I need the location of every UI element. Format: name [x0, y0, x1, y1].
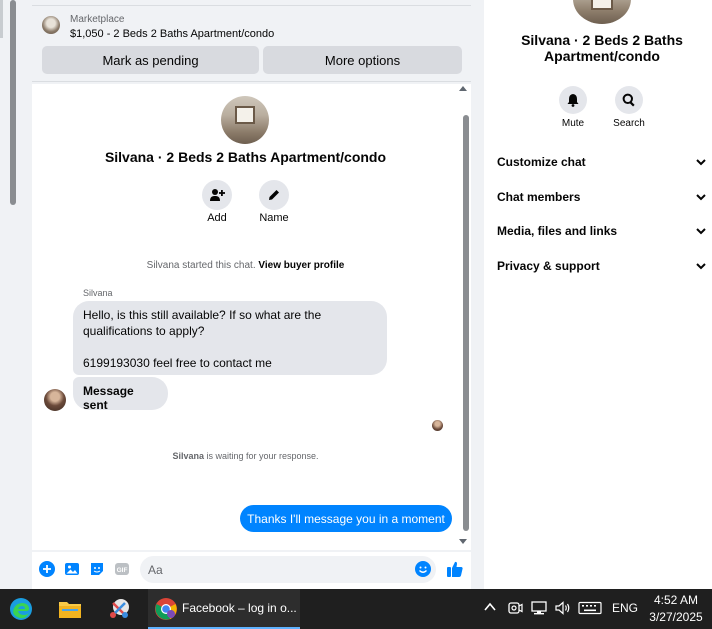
- section-label: Chat members: [497, 190, 581, 204]
- snipping-tool-icon[interactable]: [106, 597, 132, 621]
- clock-time[interactable]: 4:52 AM: [648, 593, 704, 607]
- message-sent-bubble[interactable]: Message sent: [73, 377, 168, 412]
- thumbs-up-icon[interactable]: [446, 560, 464, 578]
- media-files-links-section[interactable]: Media, files and links: [497, 220, 707, 242]
- message-thread[interactable]: Silvana · 2 Beds 2 Baths Apartment/condo…: [32, 84, 471, 550]
- chat-avatar[interactable]: [221, 96, 269, 144]
- message-line: 6199193030 feel free to contact me: [83, 356, 272, 370]
- chat-panel: Marketplace $1,050 - 2 Beds 2 Baths Apar…: [22, 0, 484, 589]
- chat-title: Silvana · 2 Beds 2 Baths Apartment/condo: [104, 149, 387, 165]
- search-button[interactable]: [615, 86, 643, 114]
- thread-scrollbar[interactable]: [463, 115, 469, 531]
- waiting-name: Silvana: [172, 451, 204, 461]
- language-indicator[interactable]: ENG: [612, 601, 638, 615]
- chevron-down-icon: [695, 260, 707, 272]
- mute-button[interactable]: [559, 86, 587, 114]
- edit-name-button[interactable]: [259, 180, 289, 210]
- name-label: Name: [259, 212, 289, 224]
- privacy-support-section[interactable]: Privacy & support: [497, 255, 707, 277]
- gif-icon[interactable]: GIF: [114, 561, 130, 577]
- volume-icon[interactable]: [554, 600, 572, 619]
- more-actions-icon[interactable]: [39, 561, 55, 577]
- windows-taskbar: Facebook – log in o... ENG 4:52 AM 3/27/…: [0, 589, 712, 629]
- add-person-icon: [210, 189, 225, 201]
- edge-icon[interactable]: [8, 597, 34, 621]
- chat-started-notice: Silvana started this chat. View buyer pr…: [32, 260, 459, 271]
- left-scroll-strip: [0, 0, 22, 589]
- chrome-icon: [154, 597, 178, 621]
- chat-members-section[interactable]: Chat members: [497, 186, 707, 208]
- taskbar-app-label: Facebook – log in o...: [182, 601, 297, 615]
- section-label: Customize chat: [497, 155, 586, 169]
- incoming-message[interactable]: Hello, is this still available? If so wh…: [73, 301, 387, 375]
- waiting-text: is waiting for your response.: [206, 451, 319, 461]
- sender-avatar[interactable]: [44, 389, 66, 411]
- read-receipt-avatar: [432, 420, 443, 431]
- taskbar-chrome-app[interactable]: Facebook – log in o...: [148, 589, 300, 629]
- scroll-down-arrow[interactable]: [459, 539, 467, 544]
- started-text: Silvana started this chat.: [146, 260, 256, 271]
- marketplace-label: Marketplace: [70, 14, 125, 25]
- clock-date[interactable]: 3/27/2025: [645, 610, 707, 624]
- mark-as-pending-button[interactable]: Mark as pending: [42, 46, 259, 74]
- photo-icon[interactable]: [64, 561, 80, 577]
- sticker-icon[interactable]: [89, 561, 105, 577]
- bell-icon: [567, 94, 579, 107]
- outgoing-message[interactable]: Thanks I'll message you in a moment: [240, 505, 452, 532]
- mute-label: Mute: [561, 118, 585, 129]
- marketplace-card: Marketplace $1,050 - 2 Beds 2 Baths Apar…: [32, 0, 471, 82]
- keyboard-icon[interactable]: [578, 601, 602, 618]
- chevron-down-icon: [695, 156, 707, 168]
- svg-text:GIF: GIF: [117, 567, 128, 574]
- listing-thumbnail[interactable]: [42, 16, 60, 34]
- add-people-button[interactable]: [202, 180, 232, 210]
- section-label: Privacy & support: [497, 259, 600, 273]
- info-avatar[interactable]: [573, 0, 631, 24]
- chevron-down-icon: [695, 191, 707, 203]
- view-buyer-profile-link[interactable]: View buyer profile: [258, 260, 344, 271]
- message-input[interactable]: [140, 556, 436, 583]
- message-line: qualifications to apply?: [83, 324, 205, 338]
- chat-info-panel: Silvana · 2 Beds 2 Baths Apartment/condo…: [484, 0, 712, 589]
- network-icon[interactable]: [530, 600, 548, 619]
- search-label: Search: [613, 118, 645, 129]
- scroll-up-arrow[interactable]: [459, 86, 467, 91]
- camera-icon[interactable]: [507, 600, 523, 619]
- emoji-icon[interactable]: [415, 561, 431, 577]
- message-composer: GIF: [32, 552, 471, 589]
- waiting-notice: Silvana is waiting for your response.: [32, 451, 459, 461]
- add-label: Add: [207, 212, 227, 224]
- more-options-button[interactable]: More options: [263, 46, 462, 74]
- chevron-up-icon[interactable]: [483, 600, 497, 617]
- sender-name: Silvana: [83, 288, 113, 298]
- file-explorer-icon[interactable]: [57, 597, 83, 621]
- info-title: Silvana · 2 Beds 2 Baths Apartment/condo: [521, 32, 683, 64]
- listing-title[interactable]: $1,050 - 2 Beds 2 Baths Apartment/condo: [70, 28, 274, 40]
- customize-chat-section[interactable]: Customize chat: [497, 151, 707, 173]
- search-icon: [622, 93, 635, 107]
- edge-nub: [0, 0, 3, 38]
- chevron-down-icon: [695, 225, 707, 237]
- page-scrollbar[interactable]: [10, 0, 16, 205]
- section-label: Media, files and links: [497, 224, 618, 238]
- divider: [32, 5, 471, 6]
- message-line: Hello, is this still available? If so wh…: [83, 308, 322, 322]
- pencil-icon: [269, 190, 279, 200]
